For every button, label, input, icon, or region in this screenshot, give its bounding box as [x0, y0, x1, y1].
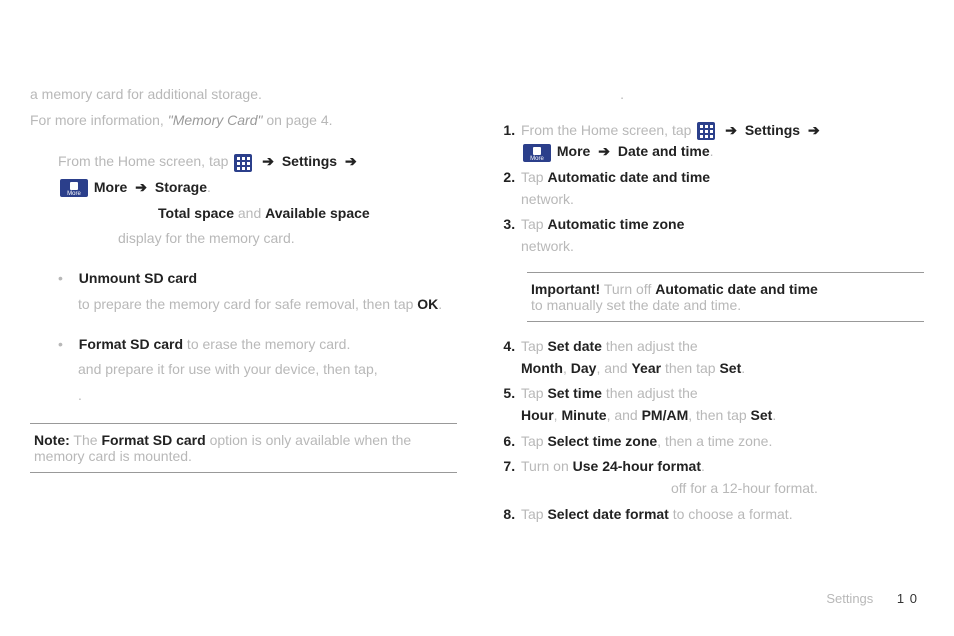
- unmount-tail2: then tap: [359, 296, 417, 312]
- imp-tail: to manually set the date and time: [531, 297, 737, 313]
- datetime-label: Date and time: [618, 143, 710, 159]
- s3-tail: network: [521, 238, 570, 254]
- ok-label: OK: [417, 296, 438, 312]
- page-number: 1 0: [897, 591, 918, 606]
- format-line: Format SD card to erase the memory card.: [58, 334, 457, 356]
- steps-list-2: Tap Set date then adjust the Month, Day,…: [519, 336, 924, 526]
- use-24h: Use 24-hour format: [573, 458, 701, 474]
- select-tz: Select time zone: [547, 433, 657, 449]
- format-tail2-text: .: [78, 387, 82, 403]
- format-tail1: and prepare it for use with your device,…: [78, 361, 378, 377]
- step-5: Tap Set time then adjust the Hour, Minut…: [519, 383, 924, 426]
- memory-card-ref: For more information, "Memory Card" on p…: [30, 110, 457, 132]
- arrow-icon: ➔: [598, 143, 610, 159]
- s7b: hour format: [742, 480, 814, 496]
- minute: Minute: [561, 407, 606, 423]
- navpath-tap: tap: [205, 153, 232, 169]
- more-label: More: [94, 179, 127, 195]
- year: Year: [631, 360, 661, 376]
- arrow-icon: ➔: [725, 122, 737, 138]
- s7a: off for a 12-: [521, 480, 742, 496]
- total-space: Total space: [158, 205, 234, 221]
- arrow-icon: ➔: [345, 153, 357, 169]
- select-date-fmt: Select date format: [547, 506, 668, 522]
- arrow-icon: ➔: [808, 122, 820, 138]
- more-icon: [523, 144, 551, 162]
- page: a memory card for additional storage. Fo…: [0, 0, 954, 559]
- page-footer: Settings 1 0: [826, 591, 918, 606]
- ampm: PM/AM: [642, 407, 689, 423]
- space-tail-text: display for the memory card: [118, 230, 291, 246]
- ref-pre: For more information,: [30, 112, 164, 128]
- set: Set: [719, 360, 741, 376]
- step-3: Tap Automatic time zone network.: [519, 214, 924, 257]
- storage-label: Storage: [155, 179, 207, 195]
- auto-tz: Automatic time zone: [547, 216, 684, 232]
- format-tail2: .: [58, 385, 457, 407]
- space-line: Total space and Available space: [58, 203, 457, 225]
- nav-path-line1: From the Home screen, tap ➔ Settings ➔: [58, 151, 457, 173]
- s6-tail: then a time zone: [665, 433, 769, 449]
- intro-period: .: [258, 86, 262, 102]
- navpath-pre: From the Home screen,: [58, 153, 205, 169]
- format-tail: and prepare it for use with your device,…: [58, 359, 457, 381]
- important-label: Important!: [531, 281, 600, 297]
- step-2: Tap Automatic date and time network.: [519, 167, 924, 210]
- s1-pre: From the Home screen,: [521, 122, 668, 138]
- more-label: More: [557, 143, 590, 159]
- ref-post: .: [329, 112, 333, 128]
- nav-path-line2: More ➔ Storage.: [58, 177, 457, 199]
- step-1: From the Home screen, tap ➔ Settings ➔ M…: [519, 120, 924, 163]
- ref-mid: on page: [262, 112, 320, 128]
- step-4: Tap Set date then adjust the Month, Day,…: [519, 336, 924, 379]
- set-time: Set time: [547, 385, 601, 401]
- arrow-icon: ➔: [135, 179, 147, 195]
- r-intro: .: [497, 84, 924, 106]
- note-format: Format SD card: [101, 432, 205, 448]
- available-space: Available space: [265, 205, 370, 221]
- set-date: Set date: [547, 338, 601, 354]
- step-7: Turn on Use 24-hour format. off for a 12…: [519, 456, 924, 499]
- unmount-line: Unmount SD card: [58, 268, 457, 290]
- note-label: Note:: [34, 432, 70, 448]
- unmount-label: Unmount SD card: [79, 270, 197, 286]
- note-box: Note: The Format SD card option is only …: [30, 423, 457, 473]
- more-icon: [60, 179, 88, 197]
- s2-tail: network: [521, 191, 570, 207]
- imp-auto: Automatic date and time: [655, 281, 818, 297]
- important-box: Important! Turn off Automatic date and t…: [527, 272, 924, 322]
- left-column: a memory card for additional storage. Fo…: [30, 80, 457, 539]
- arrow-icon: ➔: [262, 153, 274, 169]
- ref-link: "Memory Card": [168, 112, 263, 128]
- unmount-tail1: to prepare the memory card for safe remo…: [78, 296, 359, 312]
- hour: Hour: [521, 407, 554, 423]
- intro-text: a memory card for additional storage: [30, 86, 258, 102]
- apps-icon: [697, 122, 715, 140]
- apps-icon: [234, 154, 252, 172]
- settings-label: Settings: [282, 153, 337, 169]
- s8-tail: to choose a format: [673, 506, 789, 522]
- step-8: Tap Select date format to choose a forma…: [519, 504, 924, 526]
- right-column: . From the Home screen, tap ➔ Settings ➔…: [497, 80, 924, 539]
- format-mid: to erase the memory card: [183, 336, 346, 352]
- intro-line: a memory card for additional storage.: [30, 84, 457, 106]
- ref-page: 4: [321, 112, 329, 128]
- unmount-tail: to prepare the memory card for safe remo…: [58, 294, 457, 316]
- step-6: Tap Select time zone, then a time zone.: [519, 431, 924, 453]
- steps-list: From the Home screen, tap ➔ Settings ➔ M…: [519, 120, 924, 258]
- set2: Set: [751, 407, 773, 423]
- footer-section: Settings: [826, 591, 873, 606]
- auto-datetime: Automatic date and time: [547, 169, 710, 185]
- format-label: Format SD card: [79, 336, 183, 352]
- space-tail: display for the memory card.: [58, 228, 457, 250]
- month: Month: [521, 360, 563, 376]
- day: Day: [571, 360, 597, 376]
- settings-label: Settings: [745, 122, 800, 138]
